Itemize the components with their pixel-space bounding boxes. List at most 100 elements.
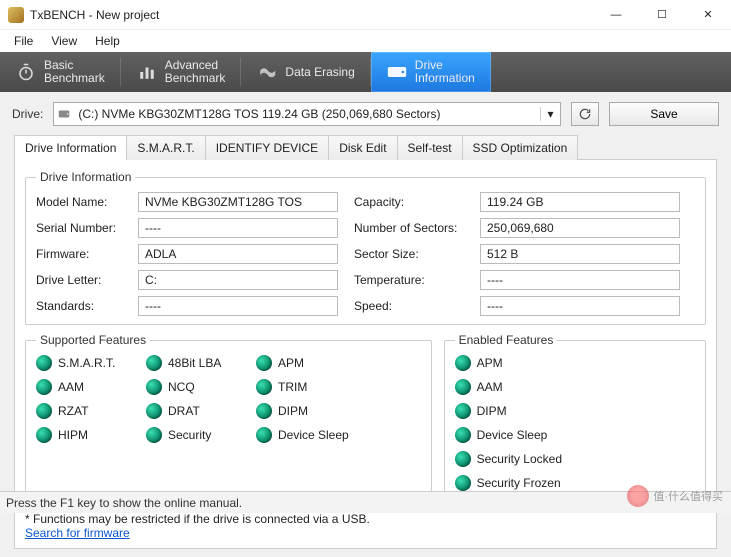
feature-label: TRIM [278,380,307,394]
tab-selftest[interactable]: Self-test [397,135,463,160]
save-button[interactable]: Save [609,102,719,126]
label-sectors: Number of Sectors: [354,221,464,235]
status-dot-icon [146,355,162,371]
status-dot-icon [256,427,272,443]
tab-basic-benchmark[interactable]: Basic Benchmark [0,52,121,92]
status-dot-icon [256,355,272,371]
feature-label: Security [168,428,211,442]
feature-item: RZAT [36,403,144,419]
label-model: Model Name: [36,195,122,209]
status-dot-icon [455,475,471,491]
feature-label: S.M.A.R.T. [58,356,115,370]
tab-identify[interactable]: IDENTIFY DEVICE [205,135,329,160]
value-speed: ---- [480,296,680,316]
feature-item: NCQ [146,379,254,395]
stopwatch-icon [16,62,36,82]
status-dot-icon [256,379,272,395]
tab-advanced-benchmark[interactable]: Advanced Benchmark [121,52,242,92]
feature-label: DIPM [477,404,507,418]
tab-diskedit[interactable]: Disk Edit [328,135,397,160]
watermark: 值·什么值得买 [627,485,723,507]
feature-item: S.M.A.R.T. [36,355,144,371]
status-text: Press the F1 key to show the online manu… [6,496,242,510]
status-dot-icon [146,403,162,419]
status-dot-icon [455,403,471,419]
footnote: * Functions may be restricted if the dri… [25,512,706,540]
status-dot-icon [455,451,471,467]
value-model: NVMe KBG30ZMT128G TOS [138,192,338,212]
drive-icon [387,62,407,82]
menu-help[interactable]: Help [87,32,128,50]
tab-drive-info[interactable]: Drive Information [14,135,127,160]
tab-data-erasing[interactable]: Data Erasing [241,52,370,92]
minimize-button[interactable]: — [593,0,639,29]
menu-view[interactable]: View [43,32,85,50]
inner-tabs: Drive Information S.M.A.R.T. IDENTIFY DE… [14,134,717,159]
fieldset-enabled-features: Enabled Features APMAAMDIPMDevice SleepS… [444,333,706,500]
fieldset-supported-features: Supported Features S.M.A.R.T.48Bit LBAAP… [25,333,432,500]
drive-selector-bar: Drive: (C:) NVMe KBG30ZMT128G TOS 119.24… [0,92,731,134]
refresh-icon [578,107,592,121]
feature-label: Device Sleep [278,428,349,442]
tab-label: Advanced Benchmark [165,59,226,85]
erase-icon [257,62,277,82]
value-serial: ---- [138,218,338,238]
close-button[interactable]: ✕ [685,0,731,29]
tab-ssdopt[interactable]: SSD Optimization [462,135,579,160]
hdd-icon [54,107,74,121]
value-letter: C: [138,270,338,290]
feature-label: DIPM [278,404,308,418]
status-bar: Press the F1 key to show the online manu… [0,491,731,513]
label-temperature: Temperature: [354,273,464,287]
chevron-down-icon: ▾ [540,107,560,121]
window-title: TxBENCH - New project [30,8,593,22]
app-icon [8,7,24,23]
feature-item: 48Bit LBA [146,355,254,371]
feature-label: Security Frozen [477,476,561,490]
status-dot-icon [36,403,52,419]
watermark-logo-icon [627,485,649,507]
barchart-icon [137,62,157,82]
label-firmware: Firmware: [36,247,122,261]
status-dot-icon [36,427,52,443]
tab-smart[interactable]: S.M.A.R.T. [126,135,205,160]
menubar: File View Help [0,30,731,52]
maximize-button[interactable]: ☐ [639,0,685,29]
feature-item: AAM [455,379,605,395]
status-dot-icon [455,427,471,443]
feature-item: Device Sleep [256,427,364,443]
label-sectorsize: Sector Size: [354,247,464,261]
status-dot-icon [146,427,162,443]
tab-drive-information[interactable]: Drive Information [371,52,491,92]
feature-label: APM [477,356,503,370]
drive-label: Drive: [12,107,43,121]
legend: Supported Features [36,333,150,347]
tab-label: Data Erasing [285,66,354,79]
feature-label: NCQ [168,380,195,394]
refresh-button[interactable] [571,102,599,126]
drive-selected-text: (C:) NVMe KBG30ZMT128G TOS 119.24 GB (25… [74,107,540,121]
label-capacity: Capacity: [354,195,464,209]
titlebar: TxBENCH - New project — ☐ ✕ [0,0,731,30]
status-dot-icon [146,379,162,395]
feature-label: Security Locked [477,452,562,466]
watermark-text: 值·什么值得买 [653,488,723,504]
menu-file[interactable]: File [6,32,41,50]
feature-item: HIPM [36,427,144,443]
search-firmware-link[interactable]: Search for firmware [25,526,130,540]
toolbar: Basic Benchmark Advanced Benchmark Data … [0,52,731,92]
feature-label: AAM [58,380,84,394]
feature-item: APM [455,355,605,371]
feature-item: DRAT [146,403,254,419]
status-dot-icon [455,355,471,371]
feature-item: Security [146,427,254,443]
feature-item: TRIM [256,379,364,395]
drive-select[interactable]: (C:) NVMe KBG30ZMT128G TOS 119.24 GB (25… [53,102,561,126]
value-sectors: 250,069,680 [480,218,680,238]
feature-label: RZAT [58,404,88,418]
feature-item: Security Locked [455,451,605,467]
tab-label: Drive Information [415,59,475,85]
value-firmware: ADLA [138,244,338,264]
footnote-text: * Functions may be restricted if the dri… [25,512,706,526]
tab-label: Basic Benchmark [44,59,105,85]
